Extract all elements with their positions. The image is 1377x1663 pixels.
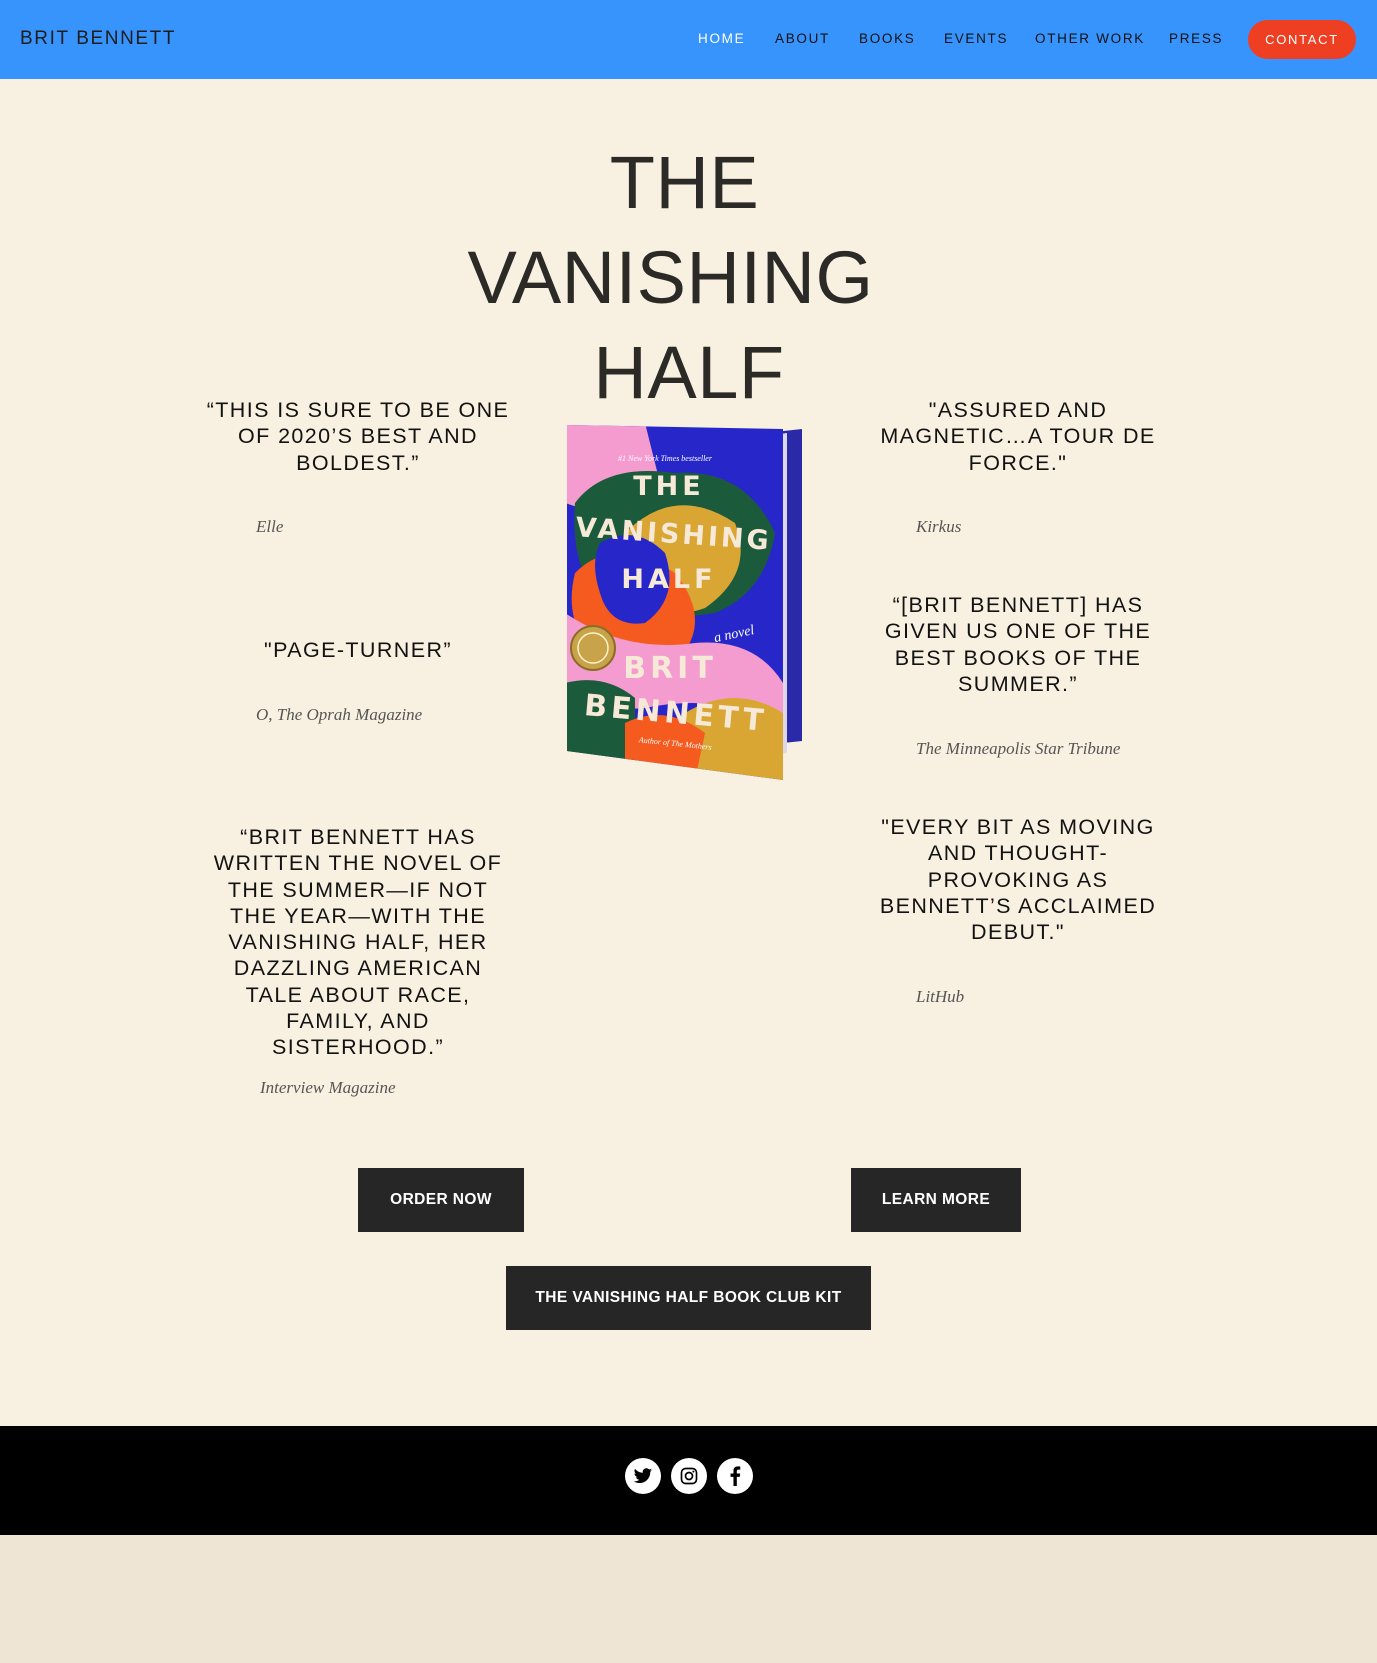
nav-press[interactable]: PRESS — [1169, 31, 1223, 46]
nav-events[interactable]: EVENTS — [944, 31, 1008, 46]
quote-source-interview: Interview Magazine — [260, 1078, 396, 1097]
quote-kirkus: "ASSURED AND MAGNETIC…A TOUR DE FORCE." — [880, 398, 1156, 475]
nav-other-work[interactable]: OTHER WORK — [1035, 31, 1145, 46]
quote-source-star-tribune: The Minneapolis Star Tribune — [916, 739, 1121, 758]
book-cover-image[interactable]: #1 New York Times bestseller THE VANISHI… — [565, 423, 803, 780]
quote-source-kirkus: Kirkus — [916, 517, 962, 536]
quote-interview: “BRIT BENNETT HAS WRITTEN THE NOVEL OF T… — [213, 825, 503, 1060]
site-header: BRIT BENNETT HOME ABOUT BOOKS EVENTS OTH… — [0, 0, 1377, 79]
main-content: THE VANISHING HALF “THIS IS SURE TO BE O… — [0, 79, 1377, 1426]
site-footer — [0, 1426, 1377, 1535]
nav-books[interactable]: BOOKS — [859, 31, 916, 46]
facebook-icon[interactable] — [717, 1458, 753, 1494]
quote-lithub: "EVERY BIT AS MOVING AND THOUGHT-PROVOKI… — [879, 815, 1157, 945]
instagram-icon[interactable] — [671, 1458, 707, 1494]
book-club-kit-button[interactable]: THE VANISHING HALF BOOK CLUB KIT — [506, 1266, 871, 1330]
twitter-icon[interactable] — [625, 1458, 661, 1494]
quote-source-lithub: LitHub — [916, 987, 965, 1006]
nav-about[interactable]: ABOUT — [775, 31, 830, 46]
learn-more-button[interactable]: LEARN MORE — [851, 1168, 1021, 1232]
site-brand-link[interactable]: BRIT BENNETT — [20, 28, 176, 50]
quote-elle: “THIS IS SURE TO BE ONE OF 2020’S BEST A… — [206, 398, 510, 475]
page-title-line-1: THE — [609, 141, 760, 224]
contact-button[interactable]: CONTACT — [1248, 20, 1356, 59]
quote-source-oprah: O, The Oprah Magazine — [256, 705, 423, 724]
quote-oprah: "PAGE-TURNER” — [264, 638, 452, 662]
page-title-line-2: VANISHING — [467, 236, 874, 319]
quote-source-elle: Elle — [256, 517, 284, 536]
cover-title-line-3: HALF — [621, 564, 716, 595]
quote-star-tribune: “[BRIT BENNETT] HAS GIVEN US ONE OF THE … — [884, 593, 1152, 696]
order-now-button[interactable]: ORDER NOW — [358, 1168, 524, 1232]
cover-author-line-1: BRIT — [623, 651, 717, 686]
cover-title-line-1: THE — [633, 471, 704, 502]
nav-home[interactable]: HOME — [698, 31, 745, 46]
cover-badge-text: #1 New York Times bestseller — [618, 454, 713, 463]
